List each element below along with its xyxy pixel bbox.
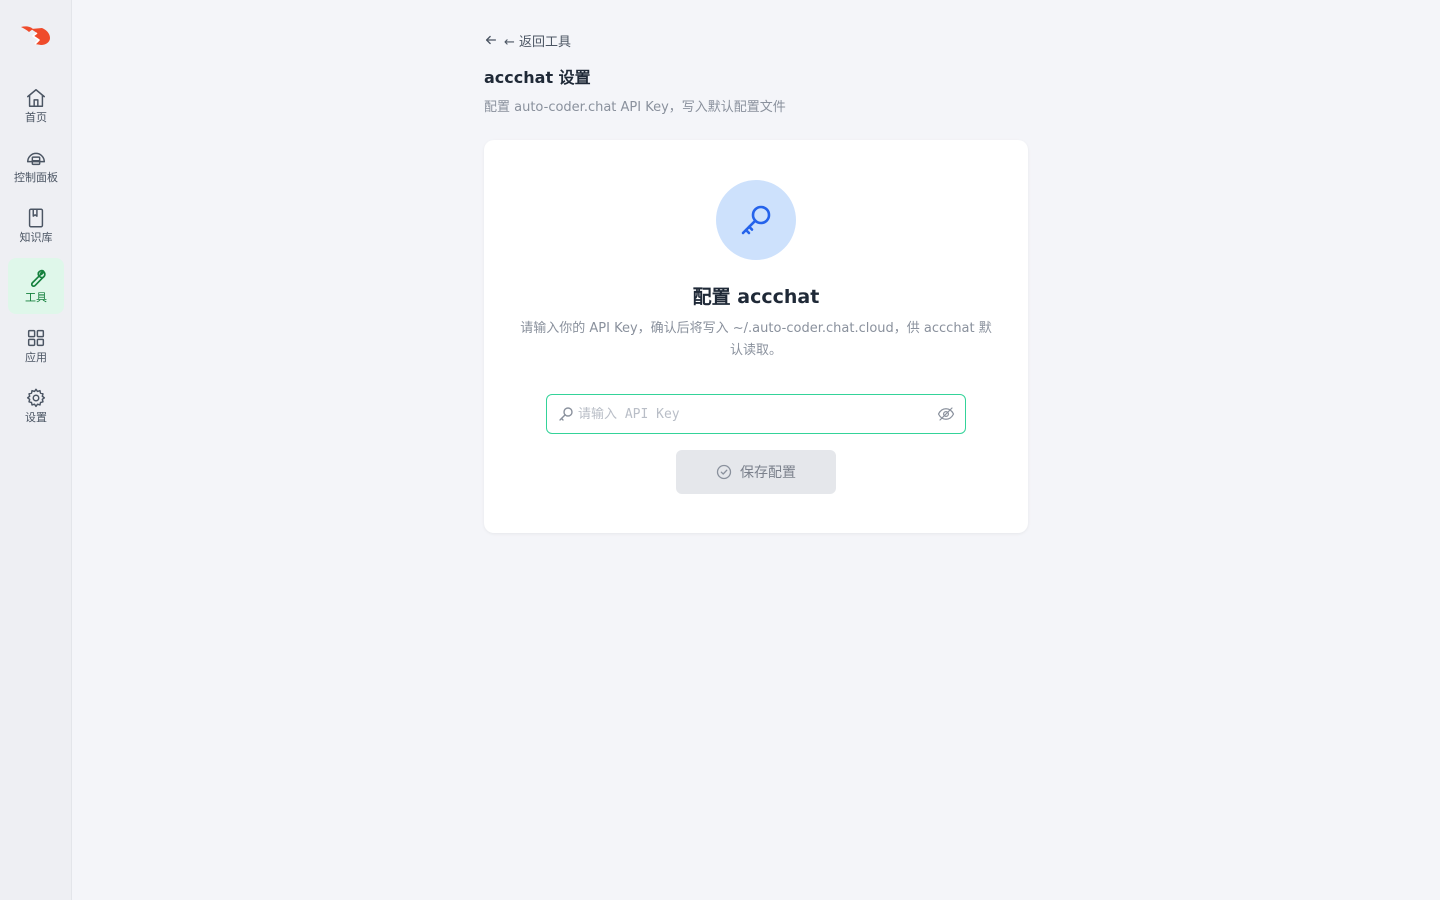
wrench-icon [31, 269, 46, 287]
sidebar-item-tools[interactable]: 工具 [8, 258, 64, 314]
gear-icon [26, 388, 46, 408]
sidebar: 首页 控制面板 知识库 工具 应用 设置 [0, 0, 72, 900]
sidebar-item-label: 知识库 [19, 231, 53, 244]
key-badge [716, 180, 796, 260]
sidebar-item-label: 设置 [25, 411, 47, 424]
sidebar-item-label: 首页 [25, 111, 47, 124]
dashboard-icon [27, 152, 45, 166]
sidebar-item-label: 工具 [25, 291, 47, 304]
page-title: accchat 设置 [484, 68, 591, 87]
sidebar-item-settings[interactable]: 设置 [8, 378, 64, 434]
check-circle-icon [716, 464, 732, 480]
sidebar-item-label: 应用 [25, 351, 47, 364]
config-card: 配置 accchat 请输入你的 API Key，确认后将写入 ~/.auto-… [484, 140, 1028, 533]
card-description: 请输入你的 API Key，确认后将写入 ~/.auto-coder.chat.… [520, 321, 992, 358]
save-config-button[interactable]: 保存配置 [676, 450, 836, 494]
key-icon [559, 407, 573, 421]
api-key-field [546, 394, 966, 434]
key-icon [741, 205, 771, 235]
api-key-input[interactable] [578, 406, 937, 422]
app-logo[interactable] [20, 24, 52, 48]
back-to-tools-link[interactable]: ← 返回工具 [484, 30, 571, 50]
save-button-label: 保存配置 [740, 465, 796, 481]
sidebar-item-dashboard[interactable]: 控制面板 [8, 138, 64, 194]
book-icon [28, 208, 44, 228]
sidebar-item-label: 控制面板 [14, 171, 58, 184]
home-icon [27, 89, 45, 107]
sidebar-item-home[interactable]: 首页 [8, 78, 64, 134]
back-link-label: ← 返回工具 [504, 34, 572, 50]
sidebar-item-knowledge[interactable]: 知识库 [8, 198, 64, 254]
eye-off-icon[interactable] [937, 405, 955, 423]
card-title: 配置 accchat [692, 286, 820, 308]
page-subtitle: 配置 auto-coder.chat API Key，写入默认配置文件 [484, 100, 786, 115]
grid-icon [27, 329, 45, 347]
arrow-left-icon [485, 35, 497, 45]
sidebar-item-apps[interactable]: 应用 [8, 318, 64, 374]
